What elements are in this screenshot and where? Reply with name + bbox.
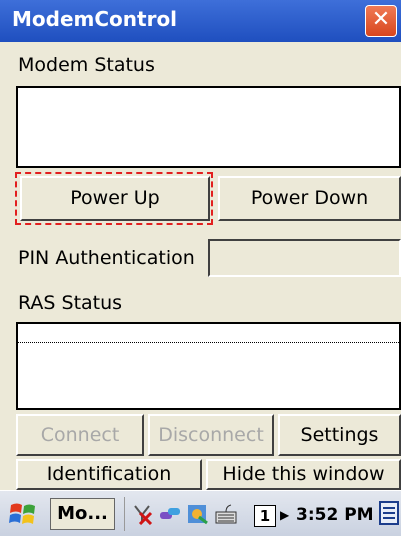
start-flag-icon[interactable]: [8, 499, 38, 529]
ras-status-box: [16, 322, 401, 410]
app-icon[interactable]: [187, 503, 209, 525]
page-indicator[interactable]: 1: [254, 505, 276, 527]
identification-button[interactable]: Identification: [16, 459, 202, 490]
network-icon[interactable]: [159, 503, 181, 525]
settings-label: Settings: [300, 424, 379, 446]
pin-field[interactable]: [208, 239, 401, 277]
hide-window-label: Hide this window: [222, 463, 385, 485]
modem-status-label: Modem Status: [18, 54, 155, 76]
connect-label: Connect: [40, 424, 120, 446]
modem-status-box: [16, 86, 401, 168]
keyboard-icon[interactable]: [215, 503, 237, 525]
pin-authentication-label: PIN Authentication: [18, 247, 195, 269]
task-button-modemcontrol[interactable]: Mo...: [50, 498, 115, 530]
clock[interactable]: 3:52 PM: [296, 505, 374, 525]
window-title: ModemControl: [12, 7, 178, 31]
power-down-label: Power Down: [250, 187, 369, 209]
ras-status-selection-line: [16, 342, 401, 343]
power-up-button[interactable]: Power Up: [20, 176, 210, 221]
close-button[interactable]: ✕: [365, 5, 397, 37]
identification-label: Identification: [46, 463, 172, 485]
ras-status-label: RAS Status: [18, 292, 123, 314]
hide-window-button[interactable]: Hide this window: [206, 459, 401, 490]
power-up-label: Power Up: [70, 187, 160, 209]
title-bar: ModemControl ✕: [0, 0, 401, 42]
power-down-button[interactable]: Power Down: [218, 176, 401, 221]
connect-button[interactable]: Connect: [16, 414, 144, 456]
input-panel-icon[interactable]: [378, 500, 400, 526]
modem-control-window: ModemControl ✕ Modem Status Power Up Pow…: [0, 0, 401, 536]
disconnect-label: Disconnect: [158, 424, 264, 446]
tray-arrow-icon[interactable]: ▶: [280, 508, 289, 522]
disconnect-button[interactable]: Disconnect: [148, 414, 274, 456]
settings-button[interactable]: Settings: [278, 414, 401, 456]
signal-off-icon[interactable]: [131, 503, 153, 525]
